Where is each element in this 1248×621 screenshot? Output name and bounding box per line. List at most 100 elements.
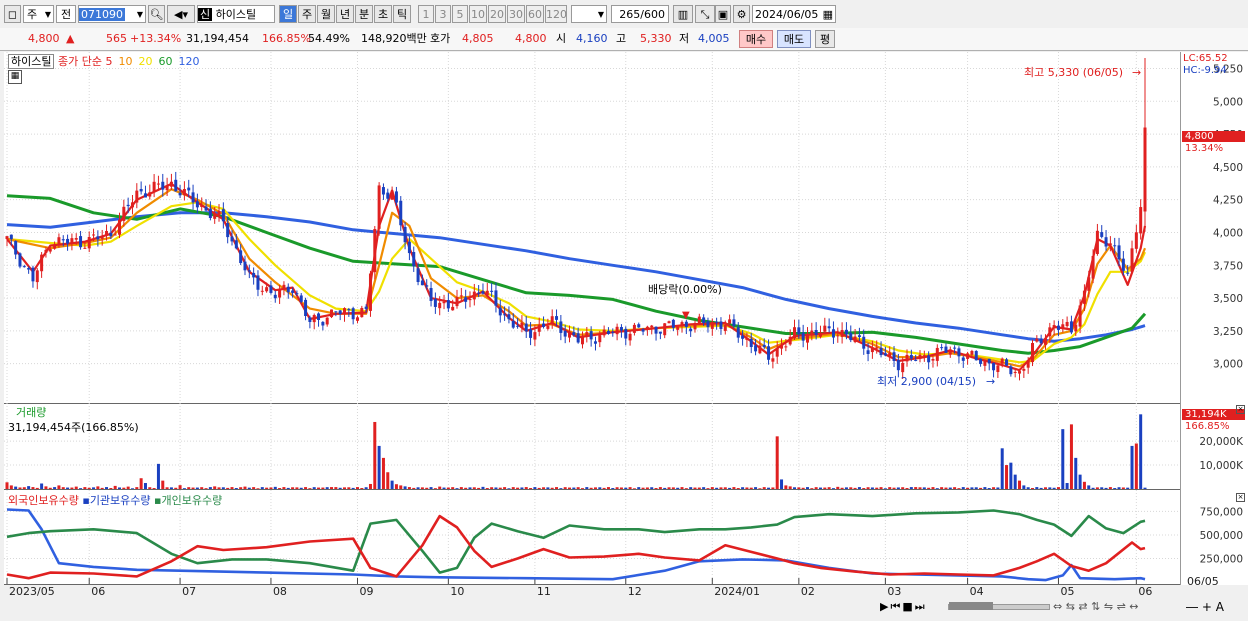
mode-button[interactable]: 전	[56, 5, 76, 23]
legend-ma-120: 120	[178, 55, 200, 68]
search-icon[interactable]: 🔍︎	[148, 5, 165, 23]
zoom-controls[interactable]: ― + A	[1186, 600, 1224, 614]
candle-body	[948, 349, 952, 355]
date-field[interactable]: 2024/06/05 ▦	[752, 5, 836, 23]
candle-body	[927, 355, 931, 363]
period-button-5[interactable]: 초	[374, 5, 392, 23]
candle-body	[589, 331, 593, 340]
play-icon[interactable]: ▶	[880, 600, 890, 613]
volume-bar	[619, 487, 623, 489]
candle-body	[1043, 338, 1047, 345]
volume-bar	[1043, 487, 1047, 489]
eval-button[interactable]: 평	[815, 30, 835, 48]
close-panel-icon[interactable]: ×	[1236, 493, 1245, 502]
draw-tool-icon[interactable]: ⤡	[695, 5, 715, 23]
volume-bar	[983, 487, 987, 489]
candle-body	[793, 327, 797, 339]
sell-button[interactable]: 매도	[777, 30, 811, 48]
bar-count-field[interactable]: 265/600	[611, 5, 669, 23]
period-button-0[interactable]: 일	[279, 5, 297, 23]
minute-button-5[interactable]: 30	[507, 5, 525, 23]
volume-bar	[442, 487, 446, 489]
candle-body	[892, 352, 896, 361]
volume: 31,194,454	[186, 32, 249, 45]
low: 4,005	[698, 32, 730, 45]
font-size-icon[interactable]: A	[1216, 600, 1224, 614]
speaker-icon[interactable]: ◀▾	[167, 5, 195, 23]
minute-button-3[interactable]: 10	[469, 5, 487, 23]
volume-bar	[896, 487, 900, 489]
volume-bar	[503, 487, 507, 489]
legend-stock[interactable]: 하이스틸	[8, 54, 55, 69]
volume-bar	[122, 487, 126, 489]
volume-bar	[537, 487, 541, 489]
volume-bar	[92, 487, 96, 489]
bid-label: 호가	[430, 32, 451, 45]
candle-body	[909, 354, 913, 359]
volume-bar	[61, 487, 65, 489]
volume-bar	[1065, 483, 1069, 489]
candle-body	[312, 315, 316, 323]
volume-bar	[879, 487, 883, 489]
code-input[interactable]: 071090 ▼	[78, 5, 146, 23]
minute-button-4[interactable]: 20	[488, 5, 506, 23]
volume-bar	[360, 488, 364, 489]
period-button-1[interactable]: 주	[298, 5, 316, 23]
period-button-4[interactable]: 분	[355, 5, 373, 23]
table-icon[interactable]: ▦	[8, 70, 22, 84]
gear-icon[interactable]: ⚙	[733, 5, 750, 23]
rewind-icon[interactable]: ⏮	[890, 600, 902, 613]
stock-name-field[interactable]: 신 하이스틸	[197, 5, 275, 23]
y-tick-label: 250,000	[1200, 553, 1243, 565]
volume-bar	[814, 487, 818, 489]
minute-button-7[interactable]: 120	[545, 5, 567, 23]
volume-bar	[66, 487, 70, 489]
period-dropdown[interactable]: ▼	[571, 5, 607, 23]
market-select[interactable]: 주 ▼	[23, 5, 54, 23]
volume-bar	[35, 487, 39, 489]
volume-bar	[511, 487, 515, 489]
price: 4,800	[28, 32, 60, 45]
volume-bar	[823, 487, 827, 489]
scroll-controls[interactable]: ▶⏮■⏭	[880, 600, 927, 614]
candle-body	[1130, 248, 1134, 272]
volume-bar	[208, 487, 212, 489]
candle-body	[754, 345, 758, 352]
volume-bar	[265, 487, 269, 489]
minute-button-1[interactable]: 3	[435, 5, 451, 23]
period-button-3[interactable]: 년	[336, 5, 354, 23]
scroll-thumb[interactable]	[949, 602, 993, 610]
period-button-2[interactable]: 월	[317, 5, 335, 23]
scrollbar[interactable]	[948, 602, 1050, 610]
candle-type-icon[interactable]: ▥	[673, 5, 693, 23]
candle-body	[394, 191, 398, 203]
minute-button-6[interactable]: 60	[526, 5, 544, 23]
candle-body	[974, 351, 978, 361]
volume-bar	[550, 487, 554, 489]
candle-body	[498, 307, 502, 316]
window-icon[interactable]: ◻	[4, 5, 21, 23]
candle-body	[295, 293, 299, 295]
candle-body	[801, 332, 805, 341]
period-button-6[interactable]: 틱	[393, 5, 411, 23]
minute-button-2[interactable]: 5	[452, 5, 468, 23]
volume-bar	[204, 488, 208, 489]
stop-icon[interactable]: ■	[902, 600, 914, 613]
candle-body	[1026, 360, 1030, 368]
candle-body	[1000, 358, 1004, 364]
candle-body	[273, 294, 277, 299]
close-panel-icon[interactable]: ×	[1236, 405, 1245, 414]
minute-button-0[interactable]: 1	[418, 5, 434, 23]
change: 565	[106, 32, 127, 45]
y-tick-label: 3,750	[1213, 260, 1243, 272]
x-tick-label: 10	[450, 585, 465, 598]
forward-icon[interactable]: ⏭	[915, 600, 927, 613]
save-icon[interactable]: ▣	[715, 5, 731, 23]
candle-body	[671, 319, 675, 328]
plus-icon[interactable]: +	[1202, 600, 1212, 614]
candle-body	[442, 301, 446, 304]
chart-area[interactable]: 최고 5,330 (06/05) → 최저 2,900 (04/15) → 배당…	[4, 52, 1180, 585]
zoom-tools[interactable]: ⇔ ⇆ ⇄ ⇅ ⇋ ⇌ ↔	[1053, 600, 1139, 613]
minus-icon[interactable]: ―	[1186, 600, 1198, 614]
buy-button[interactable]: 매수	[739, 30, 773, 48]
